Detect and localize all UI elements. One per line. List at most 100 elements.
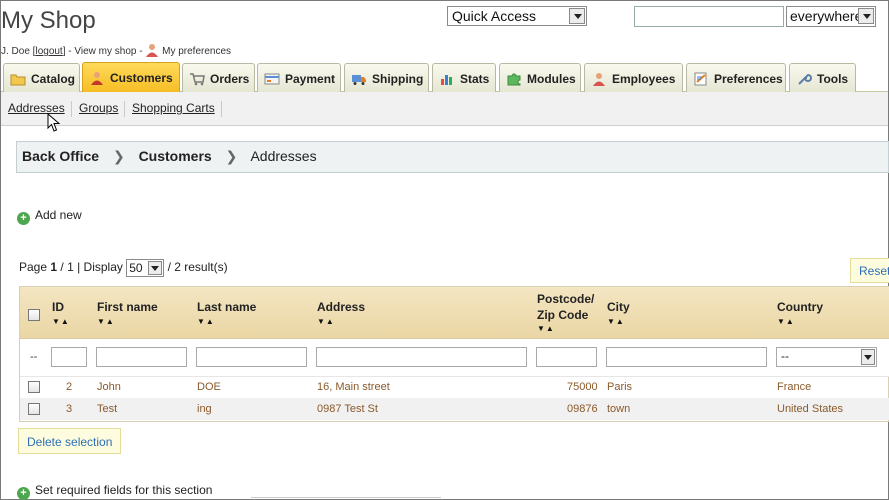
search-scope-select[interactable]: everywhere <box>786 6 876 27</box>
tab-preferences[interactable]: Preferences <box>686 63 786 92</box>
divider <box>221 101 222 117</box>
truck-icon <box>352 75 366 85</box>
customer-icon <box>91 72 103 85</box>
row-checkbox[interactable] <box>28 381 40 393</box>
cell-id: 3 <box>66 403 73 415</box>
required-fields-link[interactable]: + Set required fields for this section <box>17 483 212 500</box>
chevron-down-icon <box>861 349 875 365</box>
filter-id-input[interactable] <box>51 347 87 367</box>
result-count: / 2 result(s) <box>167 260 228 275</box>
divider <box>251 497 441 498</box>
column-country: Country <box>777 300 823 314</box>
row-checkbox[interactable] <box>28 403 40 415</box>
filter-row: -- -- <box>20 339 889 377</box>
chevron-down-icon <box>148 261 163 275</box>
filter-last-name-input[interactable] <box>196 347 307 367</box>
sort-arrows-icon[interactable]: ▼▲ <box>52 317 70 326</box>
mouse-cursor-icon <box>47 113 61 132</box>
cell-id: 2 <box>66 381 73 393</box>
chevron-down-icon <box>569 8 585 24</box>
chevron-right-icon: ❯ <box>112 148 125 164</box>
addresses-table: ID ▼▲ First name ▼▲ Last name ▼▲ Address… <box>19 286 889 422</box>
breadcrumb: Back Office ❯ Customers ❯ Addresses <box>16 141 889 173</box>
logout-link[interactable]: logout <box>35 46 62 57</box>
table-row[interactable]: 3 Test ing 0987 Test St 09876 town Unite… <box>20 398 889 420</box>
cell-first-name: John <box>97 381 121 393</box>
sort-arrows-icon[interactable]: ▼▲ <box>607 317 625 326</box>
main-tabs: Catalog Customers Orders Payment Shippin… <box>1 60 888 93</box>
cell-city: town <box>607 403 631 415</box>
tab-payment[interactable]: Payment <box>257 63 341 92</box>
chart-icon <box>441 75 452 85</box>
cell-last-name: ing <box>197 403 212 415</box>
subtab-groups[interactable]: Groups <box>79 101 118 115</box>
payment-icon <box>264 73 280 85</box>
tab-orders[interactable]: Orders <box>182 63 255 92</box>
divider <box>124 101 125 117</box>
user-name: J. Doe <box>1 46 30 57</box>
wrench-icon <box>798 73 812 85</box>
tab-stats[interactable]: Stats <box>432 63 496 92</box>
breadcrumb-customers[interactable]: Customers <box>139 148 212 164</box>
sort-arrows-icon[interactable]: ▼▲ <box>317 317 335 326</box>
search-input[interactable] <box>634 6 784 27</box>
table-header: ID ▼▲ First name ▼▲ Last name ▼▲ Address… <box>20 287 889 339</box>
filter-address-input[interactable] <box>316 347 527 367</box>
sub-tabs: Addresses Groups Shopping Carts <box>1 92 888 126</box>
filter-first-name-input[interactable] <box>96 347 187 367</box>
pagination: Page 1 / 1 | Display 50 / 2 result(s) <box>19 259 228 277</box>
add-icon: + <box>17 487 30 500</box>
preferences-icon <box>694 72 707 86</box>
folder-icon <box>10 74 26 86</box>
column-address: Address <box>317 300 366 314</box>
cell-city: Paris <box>607 381 633 393</box>
sort-arrows-icon[interactable]: ▼▲ <box>97 317 115 326</box>
user-line: J. Doe [logout] - View my shop - My pref… <box>1 43 231 57</box>
shop-title: My Shop <box>1 7 96 34</box>
chevron-down-icon <box>858 8 874 24</box>
view-my-shop-link[interactable]: ] - View my shop - <box>63 46 143 57</box>
puzzle-icon <box>507 73 521 86</box>
cell-address: 0987 Test St <box>317 403 378 415</box>
tab-shipping[interactable]: Shipping <box>344 63 429 92</box>
current-page: 1 <box>50 260 58 275</box>
column-first-name: First name <box>97 300 158 314</box>
filter-country-select[interactable]: -- <box>776 347 877 367</box>
select-all-checkbox[interactable] <box>28 309 40 321</box>
per-page-select[interactable]: 50 <box>126 259 165 277</box>
sort-arrows-icon[interactable]: ▼▲ <box>777 317 795 326</box>
divider <box>71 101 72 117</box>
chevron-right-icon: ❯ <box>225 148 238 164</box>
column-id: ID <box>52 300 64 314</box>
column-postcode: Postcode/ Zip Code <box>537 292 595 322</box>
tab-catalog[interactable]: Catalog <box>3 63 80 92</box>
tab-employees[interactable]: Employees <box>584 63 683 92</box>
cell-last-name: DOE <box>197 381 221 393</box>
tab-modules[interactable]: Modules <box>499 63 581 92</box>
delete-selection-button[interactable]: Delete selection <box>18 428 122 454</box>
cell-postcode: 75000 <box>567 381 598 393</box>
breadcrumb-current: Addresses <box>250 148 317 164</box>
quick-access-select[interactable]: Quick Access <box>447 6 587 26</box>
table-row[interactable]: 2 John DOE 16, Main street 75000 Paris F… <box>20 376 889 398</box>
sort-arrows-icon[interactable]: ▼▲ <box>197 317 215 326</box>
cell-address: 16, Main street <box>317 381 390 393</box>
my-preferences-link[interactable]: My preferences <box>162 46 231 57</box>
filter-placeholder: -- <box>30 351 38 363</box>
tab-tools[interactable]: Tools <box>789 63 856 92</box>
cart-icon <box>190 73 205 86</box>
cell-country: United States <box>777 403 844 415</box>
sort-arrows-icon[interactable]: ▼▲ <box>537 324 555 333</box>
reset-button[interactable]: Reset <box>850 258 889 283</box>
add-new-button[interactable]: + Add new <box>17 208 82 225</box>
filter-postcode-input[interactable] <box>536 347 597 367</box>
cell-country: France <box>777 381 812 393</box>
column-last-name: Last name <box>197 300 257 314</box>
tab-customers[interactable]: Customers <box>82 62 180 93</box>
cell-postcode: 09876 <box>567 403 598 415</box>
subtab-shopping-carts[interactable]: Shopping Carts <box>132 101 215 115</box>
cell-first-name: Test <box>97 403 118 415</box>
filter-city-input[interactable] <box>606 347 767 367</box>
column-city: City <box>607 300 630 314</box>
breadcrumb-back-office[interactable]: Back Office <box>22 148 99 164</box>
